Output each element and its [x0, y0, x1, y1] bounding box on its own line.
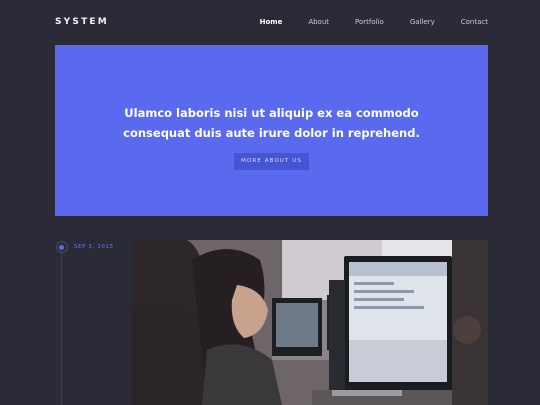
page: SYSTEM Home About Portfolio Gallery Cont…: [0, 0, 540, 405]
main-nav: Home About Portfolio Gallery Contact: [234, 18, 488, 26]
site-logo[interactable]: SYSTEM: [55, 17, 109, 27]
post-date: SEP 3, 2015: [74, 244, 114, 250]
hero-heading: Ulamco laboris nisi ut aliquip ex ea com…: [123, 106, 420, 140]
hero-banner: Ulamco laboris nisi ut aliquip ex ea com…: [55, 45, 488, 216]
nav-item-contact[interactable]: Contact: [461, 18, 488, 26]
more-about-us-button[interactable]: MORE ABOUT US: [234, 153, 309, 170]
post-image[interactable]: [132, 240, 488, 405]
nav-item-portfolio[interactable]: Portfolio: [355, 18, 384, 26]
office-photo-illustration: [132, 240, 488, 405]
nav-item-home[interactable]: Home: [260, 18, 283, 26]
nav-item-gallery[interactable]: Gallery: [410, 18, 435, 26]
timeline-dot-icon: [55, 241, 68, 253]
nav-item-about[interactable]: About: [308, 18, 329, 26]
timeline-line: [61, 252, 62, 405]
